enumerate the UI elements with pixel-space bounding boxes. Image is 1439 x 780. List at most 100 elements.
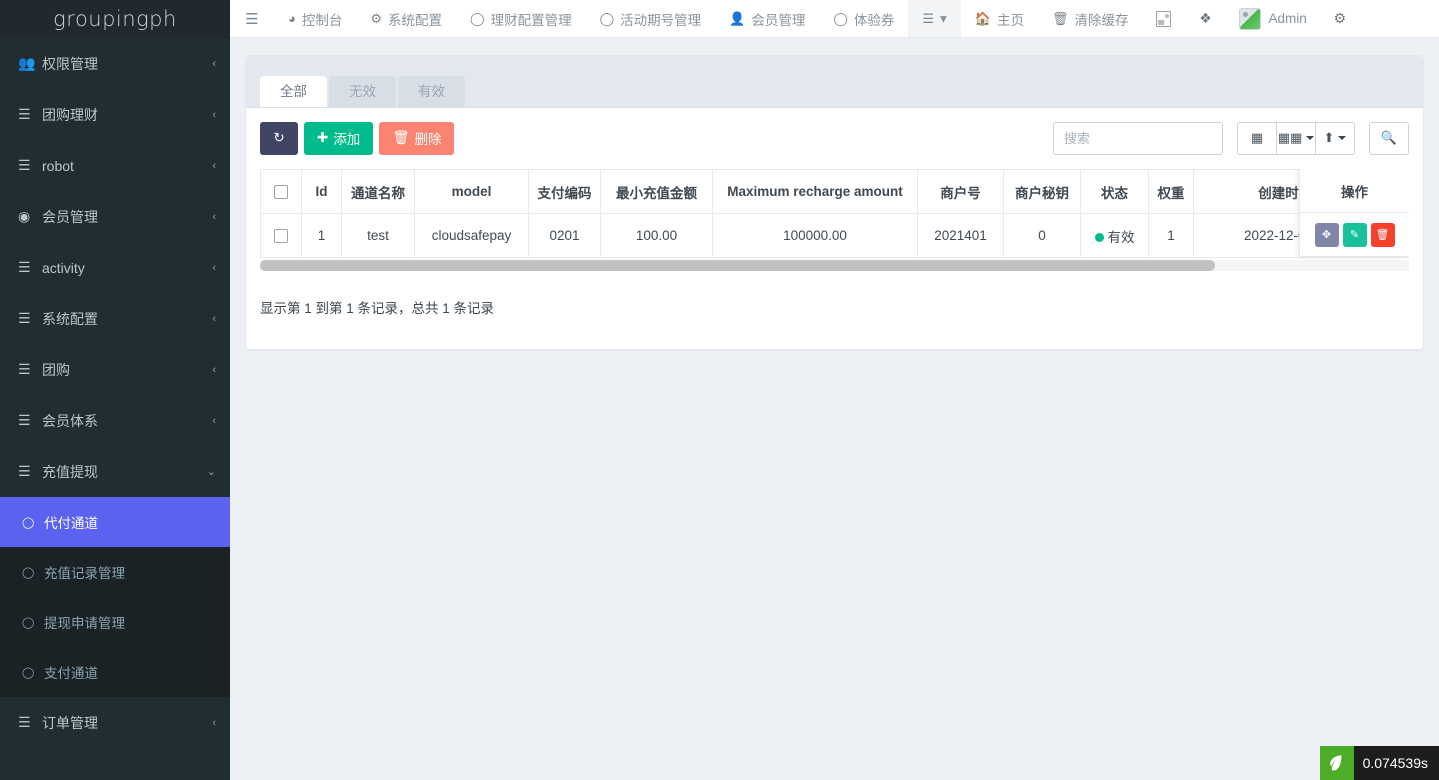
sidebar-item-robot[interactable]: ☰ robot ‹ [0, 140, 230, 191]
sidebar-toggle-button[interactable]: ☰ [230, 0, 274, 37]
cell-min-recharge: 100.00 [601, 214, 713, 258]
select-all-header [261, 170, 302, 214]
sidebar-item-recharge-withdraw[interactable]: ☰ 充值提现 ⌄ [0, 446, 230, 497]
move-button[interactable]: ✥ [1315, 223, 1339, 247]
nav-more-menu-button[interactable]: ☰ ▾ [908, 0, 960, 37]
column-merchant-key[interactable]: 商户秘钥 [1004, 170, 1081, 214]
operations-column: 操作 ✥ ✎ 🗑 [1299, 169, 1409, 257]
chevron-down-icon: ⌄ [207, 465, 216, 478]
nav-item-clear-cache[interactable]: 🗑 清除缓存 [1038, 0, 1143, 37]
nav-item-system-config[interactable]: ⚙ 系统配置 [356, 0, 456, 37]
sidebar-item-permission[interactable]: 👥 权限管理 ‹ [0, 38, 230, 89]
column-id[interactable]: Id [302, 170, 342, 214]
card-view-icon[interactable]: ▦ [1237, 122, 1277, 155]
tab-valid[interactable]: 有效 [398, 76, 465, 108]
tab-all[interactable]: 全部 [260, 76, 327, 108]
nav-item-label: 会员管理 [751, 9, 805, 29]
row-checkbox[interactable] [274, 229, 288, 243]
table-row[interactable]: 1 test cloudsafepay 0201 100.00 100000.0… [261, 214, 1410, 258]
top-navbar: ☰ ◕ 控制台 ⚙ 系统配置 ◯ 理财配置管理 ◯ 活动期号管理 👤 会员管理 … [230, 0, 1439, 38]
sidebar-item-label: 会员体系 [42, 411, 212, 431]
user-menu[interactable]: Admin [1227, 0, 1319, 37]
sidebar-item-member-system[interactable]: ☰ 会员体系 ‹ [0, 395, 230, 446]
table-toolbar: ↻ ✚ 添加 🗑 删除 ▦ [260, 121, 1409, 155]
export-button[interactable]: ⬆ [1315, 122, 1355, 155]
table-footer-info: 显示第 1 到第 1 条记录，总共 1 条记录 [260, 297, 1409, 317]
chevron-left-icon: ‹ [212, 364, 216, 376]
delete-button[interactable]: 🗑 删除 [379, 122, 454, 155]
add-button-label: 添加 [333, 128, 360, 148]
chevron-left-icon: ‹ [212, 262, 216, 274]
fullscreen-icon[interactable]: ❖ [1185, 0, 1227, 37]
table-container: Id 通道名称 model 支付编码 最小充值金额 Maximum rechar… [260, 169, 1409, 271]
sidebar-item-order-management[interactable]: ☰ 订单管理 ‹ [0, 697, 230, 748]
nav-item-dashboard[interactable]: ◕ 控制台 [274, 0, 356, 37]
sidebar-item-label: activity [42, 260, 212, 276]
sidebar-item-system-config[interactable]: ☰ 系统配置 ‹ [0, 293, 230, 344]
sidebar-item-recharge-records[interactable]: ◯ 充值记录管理 [0, 547, 230, 597]
edit-button[interactable]: ✎ [1343, 223, 1367, 247]
broken-image-glyph [1156, 11, 1171, 27]
home-icon: 🏠 [975, 11, 991, 27]
sidebar-item-groupbuy[interactable]: ☰ 团购 ‹ [0, 344, 230, 395]
column-channel-name[interactable]: 通道名称 [342, 170, 415, 214]
search-input[interactable] [1053, 122, 1223, 155]
cell-merchant-no: 2021401 [918, 214, 1004, 258]
brand-name: groupingph [53, 7, 177, 31]
sidebar-subitem-label: 代付通道 [44, 512, 98, 532]
column-weight[interactable]: 权重 [1149, 170, 1194, 214]
sidebar-subitem-label: 充值记录管理 [44, 562, 125, 582]
table-header-row: Id 通道名称 model 支付编码 最小充值金额 Maximum rechar… [261, 170, 1410, 214]
sidebar-item-withdraw-requests[interactable]: ◯ 提现申请管理 [0, 597, 230, 647]
sidebar-item-groupbuy-finance[interactable]: ☰ 团购理财 ‹ [0, 89, 230, 140]
horizontal-scrollbar[interactable] [260, 260, 1409, 271]
chevron-left-icon: ‹ [212, 313, 216, 325]
sidebar-item-label: robot [42, 158, 212, 174]
cell-id: 1 [302, 214, 342, 258]
columns-grid-button[interactable]: ▦▦ [1276, 122, 1316, 155]
list-icon: ☰ [18, 259, 42, 276]
nav-item-label: 理财配置管理 [491, 9, 572, 29]
nav-item-activity-period[interactable]: ◯ 活动期号管理 [586, 0, 716, 37]
column-max-recharge[interactable]: Maximum recharge amount [713, 170, 918, 214]
row-delete-button[interactable]: 🗑 [1371, 223, 1395, 247]
sidebar-item-payment-channel[interactable]: ◯ 支付通道 [0, 647, 230, 697]
sidebar-item-member-management[interactable]: ◉ 会员管理 ‹ [0, 191, 230, 242]
sidebar-subitem-label: 支付通道 [44, 662, 98, 682]
nav-item-trial-coupon[interactable]: ◯ 体验券 [819, 0, 908, 37]
sidebar-item-payment-agent-channel[interactable]: ◯ 代付通道 [0, 497, 230, 547]
list-icon: ☰ [18, 157, 42, 174]
brand-logo[interactable]: groupingph [0, 0, 230, 38]
tab-invalid[interactable]: 无效 [329, 76, 396, 108]
nav-item-member-management[interactable]: 👤 会员管理 [715, 0, 819, 37]
select-all-checkbox[interactable] [274, 185, 288, 199]
column-min-recharge[interactable]: 最小充值金额 [601, 170, 713, 214]
nav-item-label: 系统配置 [388, 9, 442, 29]
list-icon: ☰ [18, 310, 42, 327]
users-icon: 👥 [18, 55, 42, 72]
leaf-logo-icon [1320, 746, 1354, 780]
sidebar-item-label: 系统配置 [42, 309, 212, 329]
column-status[interactable]: 状态 [1081, 170, 1149, 214]
column-pay-code[interactable]: 支付编码 [529, 170, 601, 214]
search-button[interactable]: 🔍 [1369, 122, 1409, 155]
add-button[interactable]: ✚ 添加 [304, 122, 373, 155]
nav-item-finance-config[interactable]: ◯ 理财配置管理 [456, 0, 586, 37]
sidebar-item-label: 会员管理 [42, 207, 212, 227]
sidebar-item-label: 权限管理 [42, 54, 212, 74]
search-icon: 🔍 [1381, 130, 1397, 146]
nav-item-home[interactable]: 🏠 主页 [961, 0, 1038, 37]
trash-icon: 🗑 [392, 130, 409, 146]
column-merchant-no[interactable]: 商户号 [918, 170, 1004, 214]
channel-table: Id 通道名称 model 支付编码 最小充值金额 Maximum rechar… [260, 169, 1409, 258]
performance-time: 0.074539s [1354, 755, 1439, 771]
cell-weight: 1 [1149, 214, 1194, 258]
refresh-button[interactable]: ↻ [260, 122, 298, 155]
column-model[interactable]: model [415, 170, 529, 214]
status-dot-icon [1095, 233, 1104, 242]
cell-merchant-key: 0 [1004, 214, 1081, 258]
broken-image-icon[interactable] [1143, 0, 1185, 37]
cogs-icon[interactable]: ⚙ [1319, 0, 1361, 37]
sidebar-item-activity[interactable]: ☰ activity ‹ [0, 242, 230, 293]
scrollbar-thumb[interactable] [260, 260, 1215, 271]
